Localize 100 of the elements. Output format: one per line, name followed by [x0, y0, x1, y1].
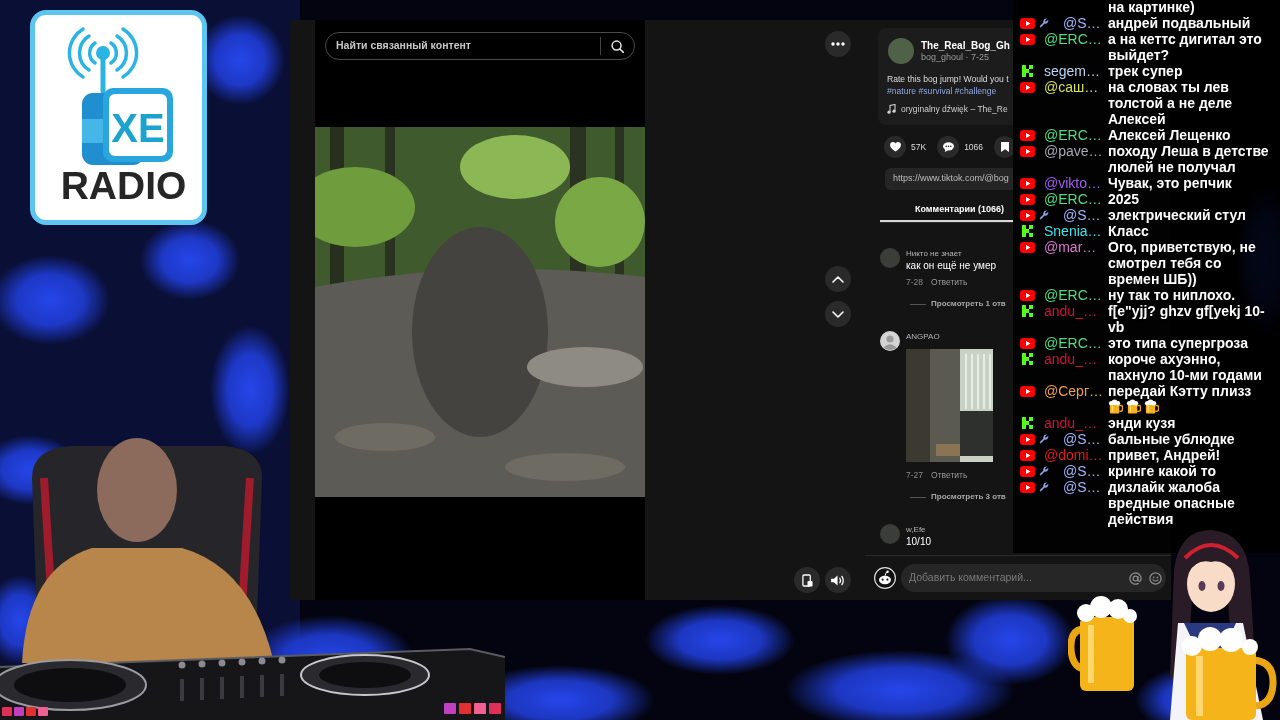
comment-author: Никто не знает [906, 249, 963, 259]
chat-username: andu_… [1044, 415, 1097, 431]
chat-username: segem… [1044, 63, 1101, 79]
chat-username: @ERC… [1044, 287, 1102, 303]
play-logo-icon [1020, 17, 1035, 29]
chevron-up-icon [832, 275, 844, 283]
comment-date: 7-28 [906, 276, 923, 288]
reply-link[interactable]: Ответить [931, 469, 968, 481]
play-logo-icon [1020, 81, 1035, 93]
k-logo-icon [1022, 305, 1033, 317]
antenna-icon [67, 27, 139, 94]
chat-message-text: бальные ублюдке [1108, 431, 1235, 447]
chat-message-text: дизлайк жалоба вредные опасные действия [1108, 479, 1235, 527]
comment-button[interactable] [937, 136, 960, 158]
chat-message-text: это типа супергроза [1108, 335, 1248, 351]
bookmark-icon [1000, 142, 1009, 152]
chat-message-text: походу Леша в детстве люлей не получал [1108, 143, 1269, 175]
play-logo-icon [1020, 449, 1035, 461]
post-sound: oryginalny dźwięk – The_Re [901, 103, 1008, 115]
smiley-icon [1149, 571, 1162, 585]
chat-username: @S… [1063, 479, 1101, 495]
chat-username: @ERC… [1044, 335, 1102, 351]
chat-message-text: привет, Андрей! [1108, 447, 1221, 463]
play-logo-icon [1020, 129, 1035, 141]
post-hashtags: #nature #survival #challenge [887, 85, 998, 97]
chat-username: @S… [1063, 463, 1101, 479]
volume-button[interactable] [825, 567, 851, 593]
logo-text: RADIO [60, 166, 187, 206]
chat-message-text: 2025 [1108, 191, 1140, 207]
k-logo-icon [1022, 417, 1033, 429]
post-author: The_Real_Bog_Gh [921, 39, 1010, 52]
logo-mark-text: XE [111, 106, 165, 150]
comment-text: как он ещё не умер [906, 259, 998, 273]
heart-icon [889, 142, 901, 152]
chat-message-text: Ого, приветствую, не смотрел тебя со времен ШБ)) [1108, 239, 1256, 287]
chat-username: @vikto… [1044, 175, 1101, 191]
chat-username: andu_… [1044, 303, 1097, 319]
chat-username: @mar… [1044, 239, 1097, 255]
search-icon [611, 39, 624, 53]
play-logo-icon [1020, 241, 1035, 253]
beer-emoji-icon [1144, 399, 1159, 414]
play-logo-icon [1020, 145, 1035, 157]
chat-message-text: андрей подвальный [1108, 15, 1251, 31]
chat-message-text: на словах ты лев толстой а не деле Алексей [1108, 79, 1233, 127]
robot-avatar-icon [874, 567, 896, 589]
at-sign-icon [1129, 571, 1142, 585]
next-video-button[interactable] [825, 301, 851, 327]
play-logo-icon [1020, 289, 1035, 301]
beer-emoji-icon [1108, 399, 1123, 414]
chat-username: andu_… [1044, 351, 1097, 367]
author-avatar [888, 38, 914, 64]
chat-message-text: электрический стул [1108, 207, 1246, 223]
chat-message-text: на картинке) [1108, 0, 1195, 15]
play-logo-icon [1020, 337, 1035, 349]
chat-message-text: а на кеттс дигитал это выйдет? [1108, 31, 1262, 63]
phone-icon [801, 573, 813, 587]
like-button[interactable] [884, 136, 906, 158]
play-logo-icon [1020, 465, 1035, 477]
post-description: Rate this bog jump! Would you t [887, 73, 1010, 85]
chat-username: @ERC… [1044, 191, 1102, 207]
chat-message-text: Алексей Лещенко [1108, 127, 1231, 143]
comment-author: w,Efe [906, 525, 927, 535]
chat-username: Snenia… [1044, 223, 1102, 239]
comment-input[interactable]: Добавить комментарий... [901, 564, 1166, 592]
k-logo-icon [1022, 353, 1033, 365]
more-options-button[interactable] [825, 31, 851, 57]
chat-message-text: трек супер [1108, 63, 1183, 79]
chat-username: @S… [1063, 207, 1101, 223]
ellipsis-icon [831, 42, 845, 46]
play-logo-icon [1020, 33, 1035, 45]
chat-message-text: энди кузя [1108, 415, 1176, 431]
comment-count: 1066 [964, 140, 984, 154]
previous-video-button[interactable] [825, 266, 851, 292]
view-replies-link[interactable]: Просмотреть 3 отв [931, 491, 1006, 503]
music-note-icon [887, 104, 896, 114]
play-logo-icon [1020, 177, 1035, 189]
chat-username: @Серг… [1044, 383, 1103, 399]
box-icon [82, 88, 173, 165]
chat-message-text: ну так то ниплохо. [1108, 287, 1236, 303]
comment-author: ANGPAO [906, 332, 941, 342]
chat-message-text: Чувак, это репчик [1108, 175, 1232, 191]
reply-link[interactable]: Ответить [931, 276, 968, 288]
play-logo-icon [1020, 193, 1035, 205]
chat-username: @pave… [1044, 143, 1103, 159]
chat-message-text: кринге какой то [1108, 463, 1216, 479]
view-replies-link[interactable]: Просмотреть 1 отв [931, 298, 1006, 310]
chevron-down-icon [832, 310, 844, 318]
k-logo-icon [1022, 65, 1033, 77]
beer-emoji-icon [1126, 399, 1141, 414]
play-logo-icon [1020, 385, 1035, 397]
chat-username: @ERC… [1044, 31, 1102, 47]
link-field[interactable]: https://www.tiktok.com/@bog [885, 168, 1013, 190]
play-logo-icon [1020, 433, 1035, 445]
play-logo-icon [1020, 209, 1035, 221]
chat-username: @domi… [1044, 447, 1103, 463]
chat-message-text: Класс [1108, 223, 1149, 239]
bookmark-button[interactable] [994, 136, 1013, 158]
device-button[interactable] [794, 567, 820, 593]
chat-username: @ERC… [1044, 127, 1102, 143]
comment-text: 10/10 [906, 535, 932, 549]
